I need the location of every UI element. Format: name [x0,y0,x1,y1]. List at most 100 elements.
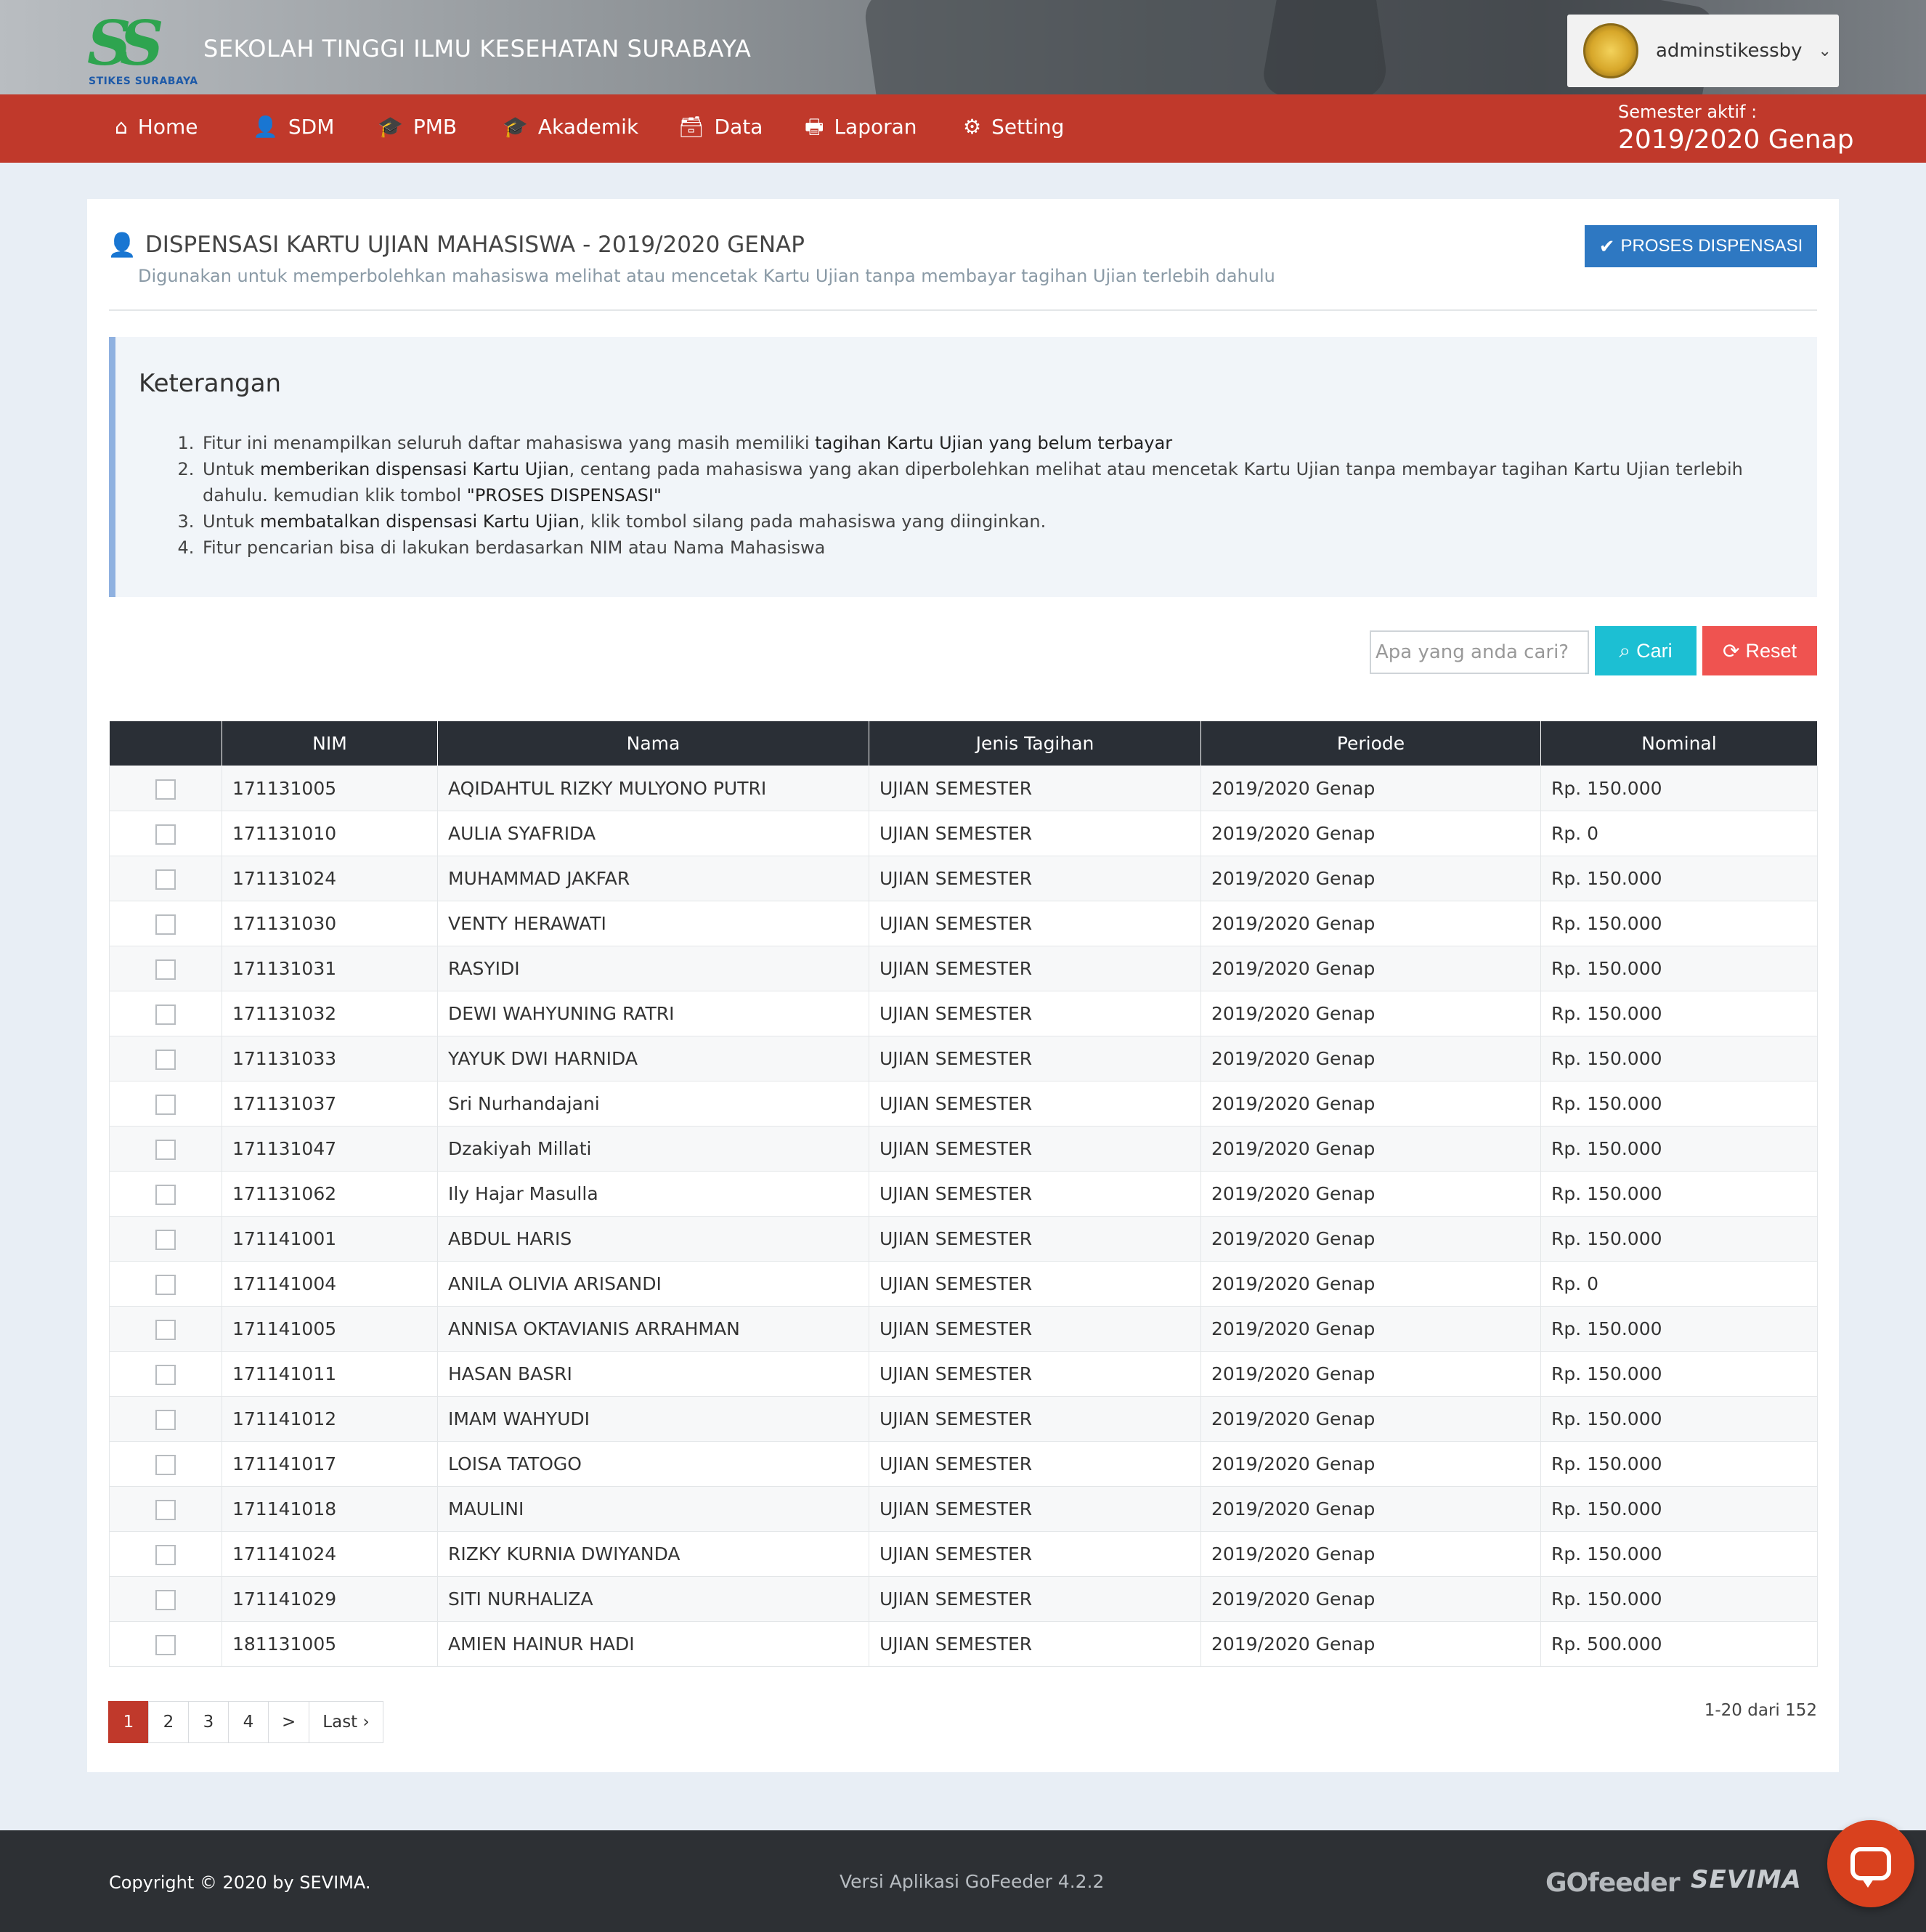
nav-item-data[interactable]: 🗃 Data [678,115,763,139]
column-header-jenis-tagihan[interactable]: Jenis Tagihan [869,721,1201,766]
nim-cell: 171131031 [222,946,438,991]
row-select-cell [109,991,222,1036]
table-row: 171131032 DEWI WAHYUNING RATRI UJIAN SEMES… [109,991,1818,1036]
periode-cell: 2019/2020 Genap [1200,1126,1541,1172]
periode-cell: 2019/2020 Genap [1200,1486,1541,1532]
info-item: Fitur ini menampilkan seluruh daftar mah… [200,430,1793,456]
row-checkbox[interactable] [155,824,176,845]
row-select-cell [109,1171,222,1217]
nominal-cell: Rp. 150.000 [1540,1396,1818,1442]
nav-item-setting[interactable]: ⚙ Setting [963,115,1064,139]
row-select-cell [109,1306,222,1352]
page-button-3[interactable]: 3 [188,1701,229,1743]
school-name: SEKOLAH TINGGI ILMU KESEHATAN SURABAYA [203,35,752,62]
nama-cell: ANILA OLIVIA ARISANDI [437,1261,869,1307]
logo-mark: SS [87,7,163,79]
semester-label: Semester aktif : [1618,102,1758,122]
jenis-tagihan-cell: UJIAN SEMESTER [869,946,1201,991]
row-checkbox[interactable] [155,1634,176,1655]
periode-cell: 2019/2020 Genap [1200,901,1541,946]
row-checkbox[interactable] [155,1049,176,1070]
page-button-last[interactable]: Last › [309,1701,383,1743]
row-checkbox[interactable] [155,1589,176,1610]
column-header-nominal[interactable]: Nominal [1540,721,1818,766]
info-item: Fitur pencarian bisa di lakukan berdasar… [200,535,1793,561]
nama-cell: AULIA SYAFRIDA [437,811,869,856]
row-checkbox[interactable] [155,1004,176,1025]
table-row: 171141005 ANNISA OKTAVIANIS ARRAHMAN UJIAN… [109,1306,1818,1352]
app-version: Versi Aplikasi GoFeeder 4.2.2 [840,1871,1105,1892]
column-header-periode[interactable]: Periode [1200,721,1541,766]
table-row: 171141024 RIZKY KURNIA DWIYANDA UJIAN SEME… [109,1531,1818,1577]
jenis-tagihan-cell: UJIAN SEMESTER [869,1081,1201,1127]
nominal-cell: Rp. 150.000 [1540,1576,1818,1622]
nominal-cell: Rp. 150.000 [1540,766,1818,811]
row-checkbox[interactable] [155,869,176,890]
row-checkbox[interactable] [155,1274,176,1295]
info-text: Untuk [203,459,260,479]
row-checkbox[interactable] [155,1319,176,1340]
page-button-2[interactable]: 2 [148,1701,189,1743]
table-row: 171131033 YAYUK DWI HARNIDA UJIAN SEMESTER… [109,1036,1818,1081]
search-button[interactable]: ⌕ Cari [1595,626,1697,675]
row-checkbox[interactable] [155,914,176,935]
nav-item-label: Data [714,115,763,139]
column-header-nim[interactable]: NIM [222,721,438,766]
table-row: 171141001 ABDUL HARIS UJIAN SEMESTER 2019/2… [109,1216,1818,1262]
nominal-cell: Rp. 150.000 [1540,1486,1818,1532]
row-select-cell [109,1576,222,1622]
chat-button[interactable] [1827,1820,1914,1907]
row-checkbox[interactable] [155,1139,176,1160]
row-checkbox[interactable] [155,1364,176,1385]
info-list: Fitur ini menampilkan seluruh daftar mah… [166,430,1793,561]
user-menu[interactable]: adminstikessby ⌄ [1567,15,1839,87]
nim-cell: 171141029 [222,1576,438,1622]
column-header-nama[interactable]: Nama [437,721,869,766]
info-heading: Keterangan [139,369,282,398]
proses-dispensasi-button[interactable]: ✔ PROSES DISPENSASI [1585,225,1817,267]
page-button-4[interactable]: 4 [228,1701,269,1743]
active-semester: Semester aktif : 2019/2020 Genap [1618,102,1854,155]
nav-item-label: Setting [991,115,1065,139]
row-checkbox[interactable] [155,1409,176,1430]
user-outline-icon: 👤 [107,231,137,259]
row-checkbox[interactable] [155,1229,176,1250]
row-checkbox[interactable] [155,1499,176,1520]
nama-cell: LOISA TATOGO [437,1441,869,1487]
row-checkbox[interactable] [155,1454,176,1475]
row-checkbox[interactable] [155,1094,176,1115]
periode-cell: 2019/2020 Genap [1200,1531,1541,1577]
nav-item-laporan[interactable]: 🖶 Laporan [805,115,917,139]
dispensasi-table: NIM Nama Jenis Tagihan Periode Nominal 1… [109,721,1818,1667]
school-logo[interactable]: SS STIKES SURABAYA [87,7,198,88]
page-button-1[interactable]: 1 [108,1701,149,1743]
footer: Copyright © 2020 by SEVIMA. Versi Aplika… [0,1830,1926,1932]
info-item: Untuk membatalkan dispensasi Kartu Ujian… [200,508,1793,535]
page-button-next[interactable]: > [268,1701,310,1743]
periode-cell: 2019/2020 Genap [1200,1351,1541,1397]
nominal-cell: Rp. 150.000 [1540,1441,1818,1487]
nav-item-sdm[interactable]: 👤 SDM [253,115,334,139]
username: adminstikessby [1656,40,1803,62]
nama-cell: MAULINI [437,1486,869,1532]
nav-item-akademik[interactable]: 🎓 Akademik [503,115,638,139]
table-row: 171131024 MUHAMMAD JAKFAR UJIAN SEMESTER 20… [109,856,1818,901]
jenis-tagihan-cell: UJIAN SEMESTER [869,1216,1201,1262]
row-select-cell [109,1261,222,1307]
row-select-cell [109,946,222,991]
nav-item-pmb[interactable]: 🎓 PMB [378,115,457,139]
graduation-cap-icon: 🎓 [378,114,403,139]
jenis-tagihan-cell: UJIAN SEMESTER [869,1171,1201,1217]
row-checkbox[interactable] [155,1544,176,1565]
row-checkbox[interactable] [155,959,176,980]
periode-cell: 2019/2020 Genap [1200,1081,1541,1127]
search-input[interactable] [1370,630,1589,674]
table-row: 171141029 SITI NURHALIZA UJIAN SEMESTER 201… [109,1576,1818,1622]
nav-item-label: SDM [288,115,335,139]
nominal-cell: Rp. 500.000 [1540,1621,1818,1667]
nav-item-home[interactable]: ⌂ Home [115,115,198,139]
row-checkbox[interactable] [155,1184,176,1205]
reset-button[interactable]: ⟳ Reset [1702,626,1817,675]
row-checkbox[interactable] [155,779,176,800]
nama-cell: ABDUL HARIS [437,1216,869,1262]
